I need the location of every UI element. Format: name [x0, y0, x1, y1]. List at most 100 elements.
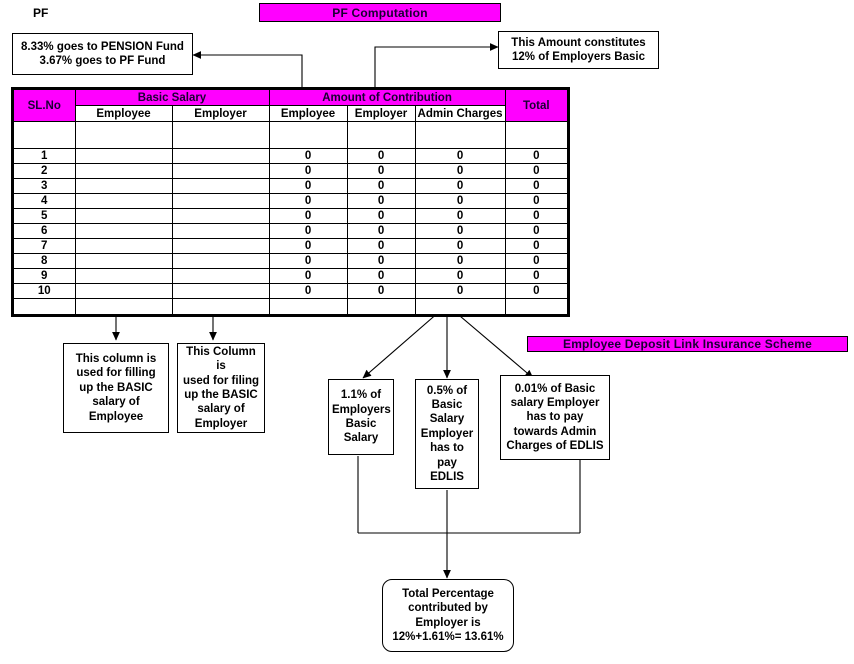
note-edlis-pay-line1: 0.5% of — [426, 384, 468, 397]
cell-contrib-admin: 0 — [414, 193, 506, 209]
cell-slno: 9 — [12, 268, 76, 284]
cell-basic-employee — [74, 283, 173, 299]
cell-contrib-employer: 0 — [346, 208, 416, 224]
table-group-header-row: SL.No Basic Salary Amount of Contributio… — [12, 88, 569, 122]
cell-contrib-admin: 0 — [414, 178, 506, 194]
note-edlis-pay-line2: Basic — [431, 399, 463, 412]
note-basic-salary-employer-column: This Column is used for filing up the BA… — [177, 343, 265, 433]
col-header-basic-salary: Basic Salary — [74, 88, 270, 106]
cell-basic-employer — [171, 163, 270, 179]
note-edlis-employer-basic-line2: Employers — [332, 403, 391, 416]
cell-basic-employee — [74, 268, 173, 284]
note-edlis-admin-line4: towards Admin — [513, 425, 597, 438]
table-row: 90000 — [12, 268, 569, 284]
cell-contrib-employee: 0 — [268, 223, 348, 239]
cell-total: 0 — [504, 253, 569, 269]
cell-contrib-employee: 0 — [268, 268, 348, 284]
note-employer-column-line3: up the BASIC — [184, 389, 258, 401]
cell-basic-employer — [171, 193, 270, 209]
cell-total: 0 — [504, 193, 569, 209]
cell-contrib-employer: 0 — [346, 238, 416, 254]
cell-slno: 8 — [12, 253, 76, 269]
table-row: 40000 — [12, 193, 569, 209]
cell-contrib-admin: 0 — [414, 283, 506, 299]
cell-basic-employee — [74, 208, 173, 224]
col-header-basic-employer: Employer — [171, 105, 270, 122]
note-pension-split: 8.33% goes to PENSION Fund 3.67% goes to… — [12, 33, 193, 75]
cell-total: 0 — [504, 178, 569, 194]
note-employer-column-line1: This Column is — [186, 345, 256, 373]
cell-total: 0 — [504, 148, 569, 164]
cell-slno: 6 — [12, 223, 76, 239]
note-employer-column-line2: used for filing — [182, 374, 260, 387]
note-edlis-employer-basic-line4: Salary — [343, 432, 379, 445]
note-employee-column-line3: up the BASIC — [79, 381, 153, 394]
note-employer-basic-line1: This Amount constitutes — [511, 36, 646, 49]
note-total-line2: contributed by — [408, 602, 488, 615]
col-header-amount-of-contribution: Amount of Contribution — [268, 88, 506, 106]
col-header-contrib-admin: Admin Charges — [414, 105, 506, 122]
table-body: 1000020000300004000050000600007000080000… — [12, 121, 569, 316]
table-spacer-row-top — [12, 121, 569, 149]
cell-contrib-employer: 0 — [346, 178, 416, 194]
cell-basic-employer — [171, 148, 270, 164]
cell-contrib-admin: 0 — [414, 223, 506, 239]
cell-contrib-employee: 0 — [268, 283, 348, 299]
note-employer-column-line4: salary of — [197, 403, 245, 416]
note-edlis-admin-line2: salary Employer — [510, 396, 600, 409]
note-employee-column-line5: Employee — [88, 410, 144, 423]
col-header-contrib-employee: Employee — [268, 105, 348, 122]
note-total-line4: 12%+1.61%= 13.61% — [392, 630, 504, 643]
col-header-contrib-employer: Employer — [346, 105, 416, 122]
cell-contrib-employer: 0 — [346, 283, 416, 299]
cell-slno: 2 — [12, 163, 76, 179]
note-edlis-employer-basic-line3: Basic — [345, 418, 377, 430]
cell-contrib-admin: 0 — [414, 253, 506, 269]
pf-computation-table: SL.No Basic Salary Amount of Contributio… — [12, 88, 570, 316]
note-pension-split-line1: 8.33% goes to PENSION Fund — [21, 40, 184, 53]
cell-contrib-admin: 0 — [414, 238, 506, 254]
cell-total: 0 — [504, 283, 569, 299]
col-header-basic-employee: Employee — [74, 105, 173, 122]
cell-slno: 7 — [12, 238, 76, 254]
cell-basic-employer — [171, 268, 270, 284]
cell-basic-employee — [74, 238, 173, 254]
cell-slno: 3 — [12, 178, 76, 194]
note-employee-column-line2: used for filling — [76, 367, 156, 380]
note-employer-basic-line2: 12% of Employers Basic — [512, 51, 645, 63]
cell-basic-employer — [171, 238, 270, 254]
cell-basic-employer — [171, 178, 270, 194]
note-total-line1: Total Percentage — [402, 587, 494, 600]
note-edlis-admin-line1: 0.01% of Basic — [514, 382, 596, 395]
cell-basic-employer — [171, 223, 270, 239]
note-pension-split-line2: 3.67% goes to PF Fund — [39, 55, 166, 67]
cell-contrib-employer: 0 — [346, 193, 416, 209]
cell-total: 0 — [504, 223, 569, 239]
col-header-slno: SL.No — [12, 88, 76, 122]
cell-basic-employer — [171, 253, 270, 269]
note-edlis-admin-line5: Charges of EDLIS — [506, 440, 604, 453]
cell-basic-employee — [74, 163, 173, 179]
cell-slno: 10 — [12, 283, 76, 299]
cell-contrib-admin: 0 — [414, 148, 506, 164]
note-edlis-pay-line3: Salary — [429, 413, 465, 426]
note-total-percentage: Total Percentage contributed by Employer… — [382, 579, 514, 652]
table-row: 60000 — [12, 223, 569, 239]
cell-contrib-employer: 0 — [346, 163, 416, 179]
cell-contrib-employer: 0 — [346, 148, 416, 164]
cell-basic-employer — [171, 208, 270, 224]
table-spacer-row-bottom — [12, 298, 569, 316]
cell-basic-employee — [74, 223, 173, 239]
col-header-total: Total — [504, 88, 569, 122]
table-row: 10 0 0 0 0 — [12, 283, 569, 299]
cell-total: 0 — [504, 238, 569, 254]
cell-slno: 4 — [12, 193, 76, 209]
table-row: 30000 — [12, 178, 569, 194]
cell-basic-employee — [74, 193, 173, 209]
note-employer-basic: This Amount constitutes 12% of Employers… — [498, 31, 659, 69]
title-bar-edlis: Employee Deposit Link Insurance Scheme — [527, 336, 848, 352]
cell-contrib-employer: 0 — [346, 223, 416, 239]
diagram-canvas: PF PF Computation Employee Deposit Link … — [0, 0, 854, 664]
note-edlis-pay-line6: pay EDLIS — [430, 456, 464, 483]
cell-total: 0 — [504, 268, 569, 284]
